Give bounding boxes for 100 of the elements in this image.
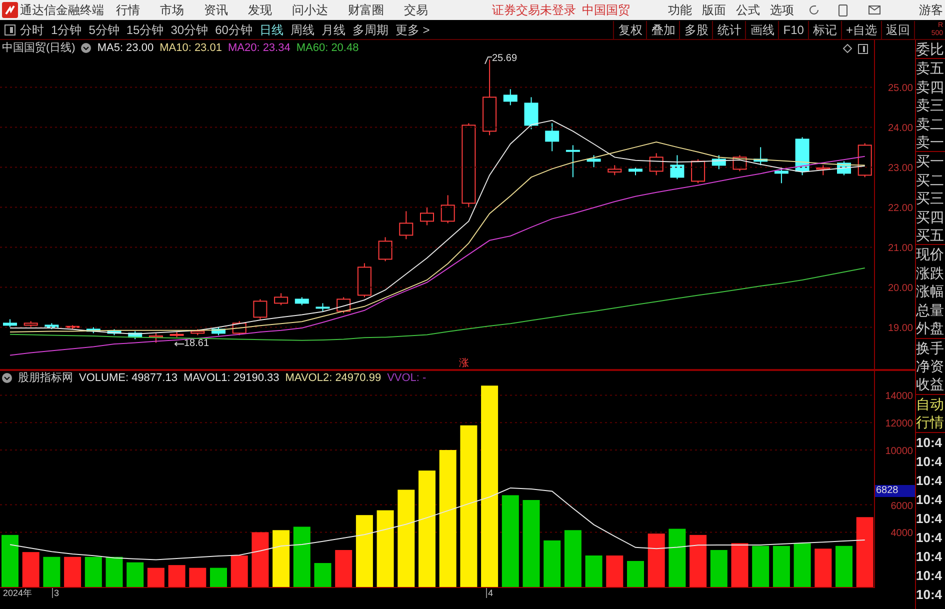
- candlestick: [524, 96, 538, 130]
- high-price-label: 25.69: [492, 54, 518, 64]
- period-tab[interactable]: 更多 >: [395, 20, 430, 38]
- quote-label: 买一: [916, 152, 945, 171]
- axis-label: 21.00: [888, 243, 913, 254]
- candlestick: [148, 332, 163, 344]
- axis-label: 24.00: [888, 123, 913, 134]
- leader-line: [484, 56, 492, 64]
- menu-item[interactable]: 财富圈: [348, 1, 384, 19]
- candlestick: [128, 330, 142, 340]
- candlestick: [212, 326, 226, 336]
- dropdown-icon[interactable]: [81, 43, 92, 53]
- candlestick: [608, 164, 622, 176]
- quote-label: 换手: [916, 338, 945, 357]
- quote-label: 买四: [916, 208, 945, 226]
- toolbar-button[interactable]: 统计: [713, 20, 746, 38]
- candlestick: [232, 320, 246, 336]
- candlestick: [712, 154, 726, 170]
- quote-label: 卖一: [916, 133, 945, 152]
- candlestick: [566, 144, 580, 178]
- candlestick: [253, 298, 268, 320]
- quote-label: 卖四: [916, 78, 945, 96]
- time-label: 10:4: [916, 452, 944, 471]
- menu-item[interactable]: 版面: [702, 1, 726, 19]
- quote-label: 买五: [916, 226, 945, 244]
- period-tab[interactable]: 60分钟: [215, 20, 252, 38]
- login-status: 证券交易未登录: [492, 2, 576, 19]
- time-label: 10:4: [916, 434, 944, 452]
- menu-item[interactable]: 问小达: [292, 1, 328, 19]
- candlestick: [399, 210, 414, 240]
- indicator-value: VVOL: -: [387, 370, 426, 386]
- toolbar-button[interactable]: 多股: [680, 20, 714, 38]
- rise-marker: 涨: [459, 358, 469, 369]
- stock-name: 中国国贸: [582, 2, 630, 19]
- toolbar-button[interactable]: 返回: [882, 20, 915, 38]
- candlestick: [86, 326, 100, 334]
- indicator-value: MA10: 23.01: [160, 40, 222, 56]
- candlestick: [754, 146, 768, 166]
- period-tab[interactable]: 30分钟: [170, 20, 208, 38]
- period-tab[interactable]: 5分钟: [88, 20, 120, 38]
- period-tab[interactable]: 分时: [20, 20, 44, 38]
- date-label: 3: [52, 588, 60, 598]
- menu-item[interactable]: 发现: [248, 1, 272, 19]
- toolbar-button[interactable]: F10: [779, 20, 809, 38]
- time-label: 10:4: [916, 472, 944, 490]
- toolbar-button[interactable]: 复权: [614, 20, 648, 38]
- indicator-value: MA60: 20.48: [296, 40, 359, 56]
- menu-item[interactable]: 市场: [160, 1, 184, 19]
- menu-item[interactable]: 选项: [770, 1, 794, 19]
- menu-item[interactable]: 功能: [668, 1, 692, 19]
- period-tab[interactable]: 1分钟: [51, 20, 82, 38]
- quote-label: 总量: [916, 300, 945, 320]
- indicator-value: MA20: 23.34: [228, 40, 290, 56]
- quote-label: 收益: [916, 375, 945, 394]
- period-tab[interactable]: 月线: [321, 20, 346, 38]
- quote-label: 买三: [916, 189, 945, 208]
- period-tab[interactable]: 周线: [290, 20, 314, 38]
- quote-label: 自动: [916, 394, 945, 414]
- candlestick: [503, 88, 518, 106]
- candlestick: [107, 328, 122, 336]
- axis-label: 4000: [890, 528, 913, 540]
- user-button[interactable]: 游客: [919, 1, 943, 19]
- dropdown-icon[interactable]: [2, 373, 12, 383]
- candlestick: [357, 262, 372, 298]
- chart-title: 中国国贸(日线): [2, 40, 76, 56]
- menu-item[interactable]: 公式: [736, 1, 760, 19]
- time-label: 10:4: [916, 548, 944, 566]
- toolbar-button[interactable]: 画线: [746, 20, 780, 38]
- panel-toggle-icon[interactable]: [4, 24, 16, 36]
- panel-toggle-icon[interactable]: [858, 44, 868, 54]
- axis-label: 10000: [885, 446, 913, 457]
- chart-options-icon[interactable]: [843, 44, 852, 53]
- refresh-icon[interactable]: [808, 4, 820, 16]
- candlestick: [190, 328, 205, 336]
- time-label: 10:4: [916, 586, 944, 604]
- toolbar-button[interactable]: 标记: [808, 20, 842, 38]
- mail-icon[interactable]: [868, 5, 881, 15]
- candlestick: [816, 164, 830, 176]
- time-label: 10:4: [916, 510, 944, 528]
- chart-title: 股朋指标网: [18, 370, 73, 386]
- time-label: 10:4: [916, 566, 944, 585]
- indicator-value: MAVOL2: 24970.99: [285, 370, 382, 386]
- axis-label: 20.00: [888, 283, 913, 294]
- menu-item[interactable]: 资讯: [204, 1, 228, 19]
- candlestick: [670, 154, 684, 180]
- candlestick: [649, 152, 664, 176]
- period-tab[interactable]: 多周期: [352, 20, 388, 38]
- menu-item[interactable]: 行情: [116, 1, 140, 19]
- quote-label: 涨幅: [916, 282, 945, 301]
- toolbar-button[interactable]: +自选: [842, 20, 882, 38]
- low-price-label: 18.61: [184, 339, 210, 349]
- candlestick: [420, 206, 434, 226]
- quote-label: 卖五: [916, 59, 945, 78]
- period-tab[interactable]: 15分钟: [126, 20, 164, 38]
- period-tab[interactable]: 日线: [259, 20, 284, 38]
- menu-item[interactable]: 交易: [404, 1, 428, 19]
- quote-label: 现价: [916, 245, 945, 264]
- date-label: 2024年: [3, 588, 32, 598]
- toolbar-button[interactable]: 叠加: [647, 20, 680, 38]
- axis-label: 14000: [885, 391, 913, 402]
